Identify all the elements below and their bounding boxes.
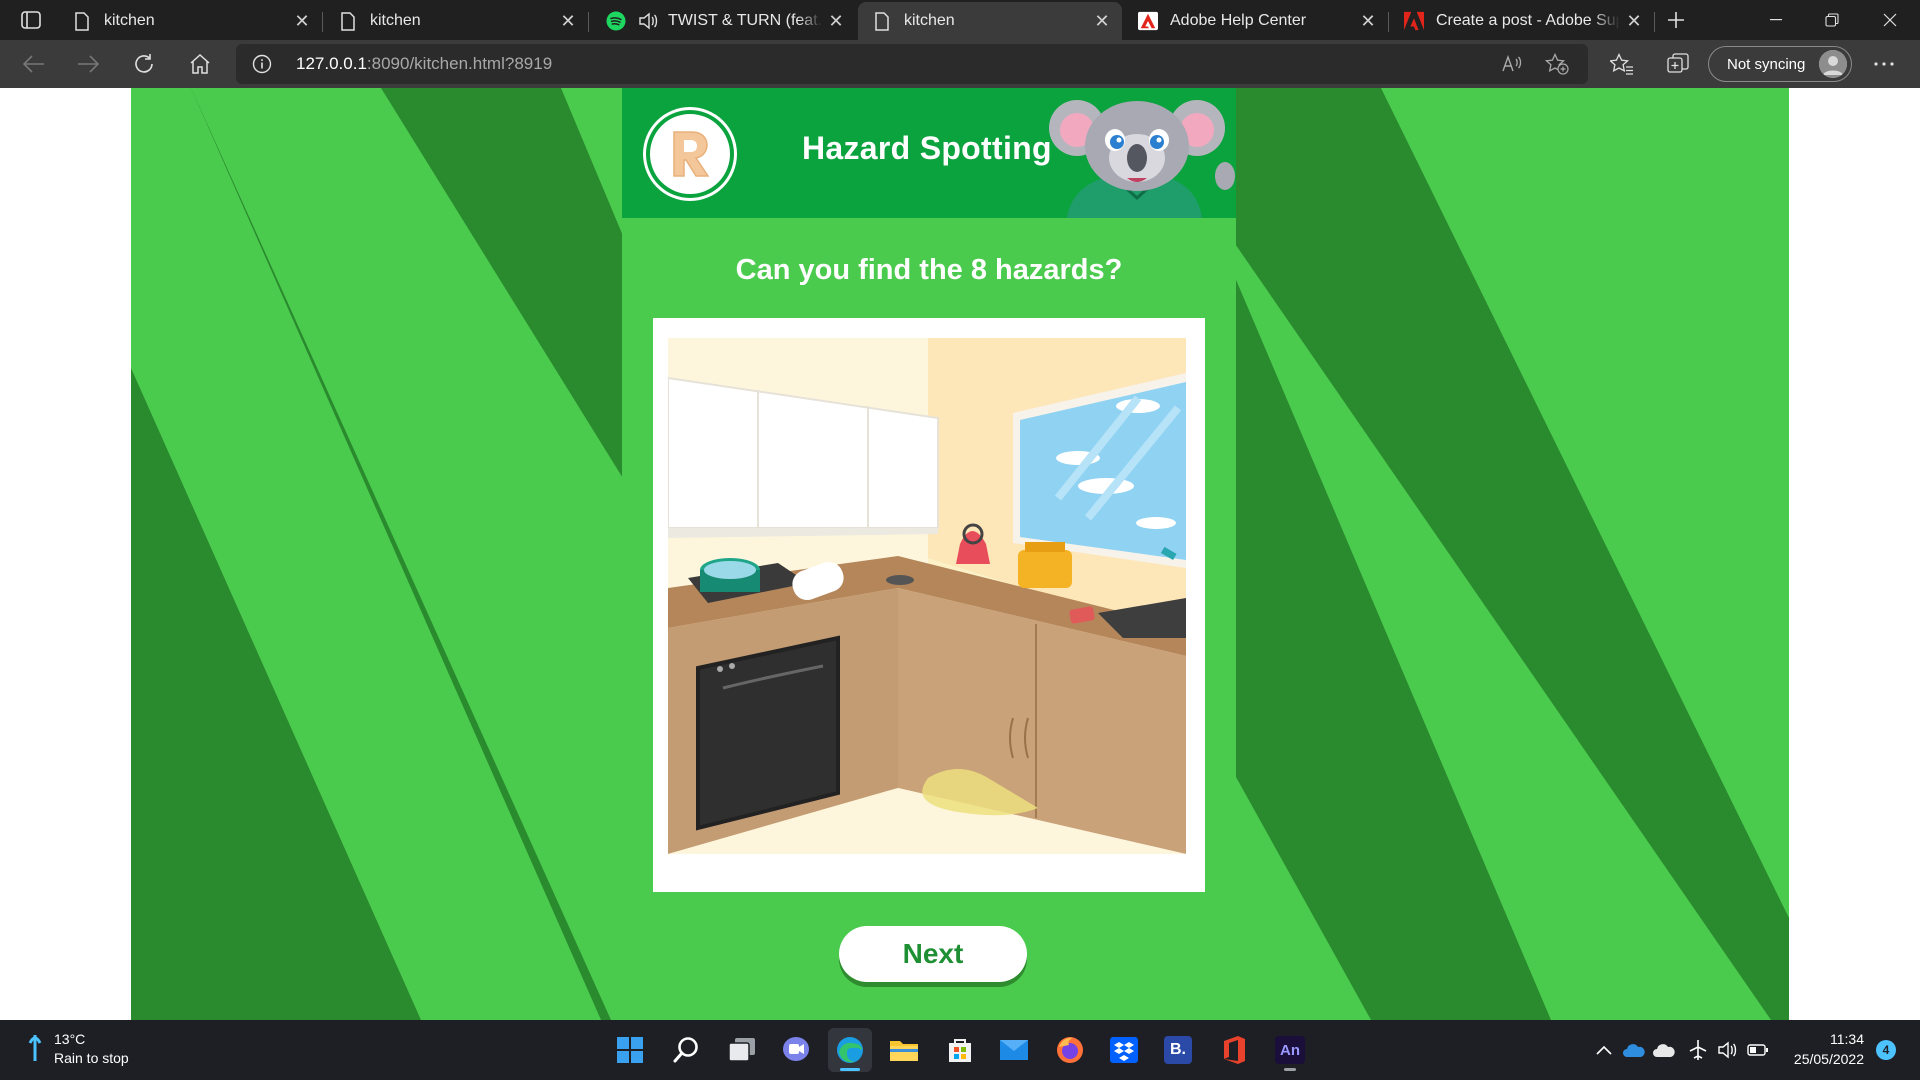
system-clock[interactable]: 11:34 25/05/2022	[1780, 1029, 1864, 1069]
tab-kitchen-active[interactable]: kitchen ✕	[858, 2, 1122, 40]
avatar	[1819, 50, 1847, 78]
minimize-button[interactable]	[1748, 0, 1804, 40]
start-icon[interactable]	[608, 1028, 652, 1072]
navigation-toolbar: 127.0.0.1:8090/kitchen.html?8919 Not syn…	[0, 40, 1920, 88]
page-icon	[872, 11, 892, 31]
task-view-icon[interactable]	[720, 1028, 764, 1072]
b-app-label: B.	[1164, 1036, 1192, 1064]
new-tab-button[interactable]	[1660, 6, 1692, 34]
refresh-button[interactable]	[126, 48, 162, 80]
animate-label: An	[1275, 1036, 1305, 1064]
page-icon	[338, 11, 358, 31]
tab-separator	[1654, 12, 1655, 32]
tab-adobe-help[interactable]: Adobe Help Center ✕	[1124, 2, 1389, 40]
page-viewport: Hazard Spotting Can you find the 8 hazar…	[0, 88, 1920, 1020]
close-window-button[interactable]	[1862, 0, 1918, 40]
tab-separator	[588, 12, 589, 32]
page-icon	[72, 11, 92, 31]
address-bar[interactable]: 127.0.0.1:8090/kitchen.html?8919	[236, 44, 1588, 84]
weather-description: Rain to stop	[54, 1050, 129, 1066]
favorites-icon[interactable]	[1604, 48, 1640, 80]
close-tab-icon[interactable]: ✕	[822, 7, 850, 35]
windows-taskbar: 13°C Rain to stop B. An 11:34 25/05/2022…	[0, 1020, 1920, 1080]
close-tab-icon[interactable]: ✕	[554, 7, 582, 35]
tab-kitchen-2[interactable]: kitchen ✕	[324, 2, 589, 40]
close-tab-icon[interactable]: ✕	[1354, 7, 1382, 35]
volume-icon[interactable]	[1716, 1038, 1740, 1062]
firefox-icon[interactable]	[1048, 1028, 1092, 1072]
restore-button[interactable]	[1804, 0, 1860, 40]
tab-title: Adobe Help Center	[1170, 12, 1307, 29]
next-button[interactable]: Next	[839, 926, 1027, 982]
add-favorite-icon[interactable]	[1542, 50, 1572, 78]
url-text[interactable]: 127.0.0.1:8090/kitchen.html?8919	[296, 54, 552, 74]
running-indicator	[1284, 1068, 1296, 1071]
home-button[interactable]	[182, 48, 218, 80]
profile-sync-button[interactable]: Not syncing	[1708, 46, 1852, 82]
office-icon[interactable]	[1212, 1028, 1256, 1072]
tab-separator	[322, 12, 323, 32]
tab-title: Create a post - Adobe Supp	[1436, 12, 1620, 29]
kitchen-scene-image[interactable]	[668, 338, 1186, 854]
active-indicator	[840, 1068, 860, 1071]
battery-icon[interactable]	[1746, 1038, 1770, 1062]
onedrive-personal-icon[interactable]	[1652, 1038, 1676, 1062]
header-title: Hazard Spotting	[802, 130, 1052, 166]
clock-date: 25/05/2022	[1793, 1051, 1864, 1067]
tab-title: TWIST & TURN (feat. D	[668, 12, 822, 29]
tab-separator	[1388, 12, 1389, 32]
onedrive-icon[interactable]	[1622, 1038, 1646, 1062]
mail-icon[interactable]	[992, 1028, 1036, 1072]
spotify-icon	[606, 11, 626, 31]
airplane-mode-icon[interactable]	[1686, 1038, 1710, 1062]
tab-spotify[interactable]: TWIST & TURN (feat. D ✕	[592, 2, 856, 40]
speaker-icon[interactable]	[638, 12, 658, 30]
tab-adobe-post[interactable]: Create a post - Adobe Supp ✕	[1390, 2, 1655, 40]
forward-button[interactable]	[70, 48, 106, 80]
clock-time: 11:34	[1830, 1031, 1864, 1047]
site-info-icon[interactable]	[252, 54, 272, 74]
collections-icon[interactable]	[1660, 48, 1696, 80]
r-logo-icon	[646, 110, 734, 198]
question-text: Can you find the 8 hazards?	[735, 254, 1123, 286]
tab-kitchen-1[interactable]: kitchen ✕	[58, 2, 323, 40]
animate-icon[interactable]: An	[1268, 1028, 1312, 1072]
close-tab-icon[interactable]: ✕	[288, 7, 316, 35]
adobe-icon	[1404, 11, 1424, 31]
close-tab-icon[interactable]: ✕	[1088, 7, 1116, 35]
back-button[interactable]	[16, 48, 52, 80]
adobe-icon	[1138, 11, 1158, 31]
tab-strip: kitchen ✕ kitchen ✕ TWIST & TURN (feat. …	[0, 0, 1920, 40]
tab-title: kitchen	[104, 12, 155, 29]
game-header: Hazard Spotting	[622, 88, 1236, 218]
chevron-up-icon[interactable]	[1592, 1038, 1616, 1062]
close-tab-icon[interactable]: ✕	[1620, 7, 1648, 35]
weather-temperature: 13°C	[54, 1031, 86, 1047]
game-canvas: Hazard Spotting Can you find the 8 hazar…	[131, 88, 1789, 1020]
b-app-icon[interactable]: B.	[1156, 1028, 1200, 1072]
tab-title: kitchen	[904, 12, 955, 29]
read-aloud-icon[interactable]	[1498, 50, 1528, 78]
koala-mascot-icon	[1049, 100, 1235, 218]
url-host: 127.0.0.1	[296, 54, 367, 73]
umbrella-icon	[28, 1035, 42, 1061]
file-explorer-icon[interactable]	[882, 1028, 926, 1072]
url-path: :8090/kitchen.html?8919	[366, 54, 553, 73]
edge-icon[interactable]	[828, 1028, 872, 1072]
tab-title: kitchen	[370, 12, 421, 29]
teams-chat-icon[interactable]	[774, 1028, 818, 1072]
sync-label: Not syncing	[1727, 55, 1806, 73]
tab-actions-icon[interactable]	[14, 8, 48, 32]
kitchen-scene-frame[interactable]	[653, 318, 1205, 892]
notification-badge[interactable]: 4	[1876, 1040, 1896, 1060]
dropbox-icon[interactable]	[1102, 1028, 1146, 1072]
weather-widget[interactable]: 13°C Rain to stop	[28, 1030, 129, 1068]
store-icon[interactable]	[938, 1028, 982, 1072]
settings-more-icon[interactable]	[1866, 48, 1902, 80]
search-icon[interactable]	[664, 1028, 708, 1072]
